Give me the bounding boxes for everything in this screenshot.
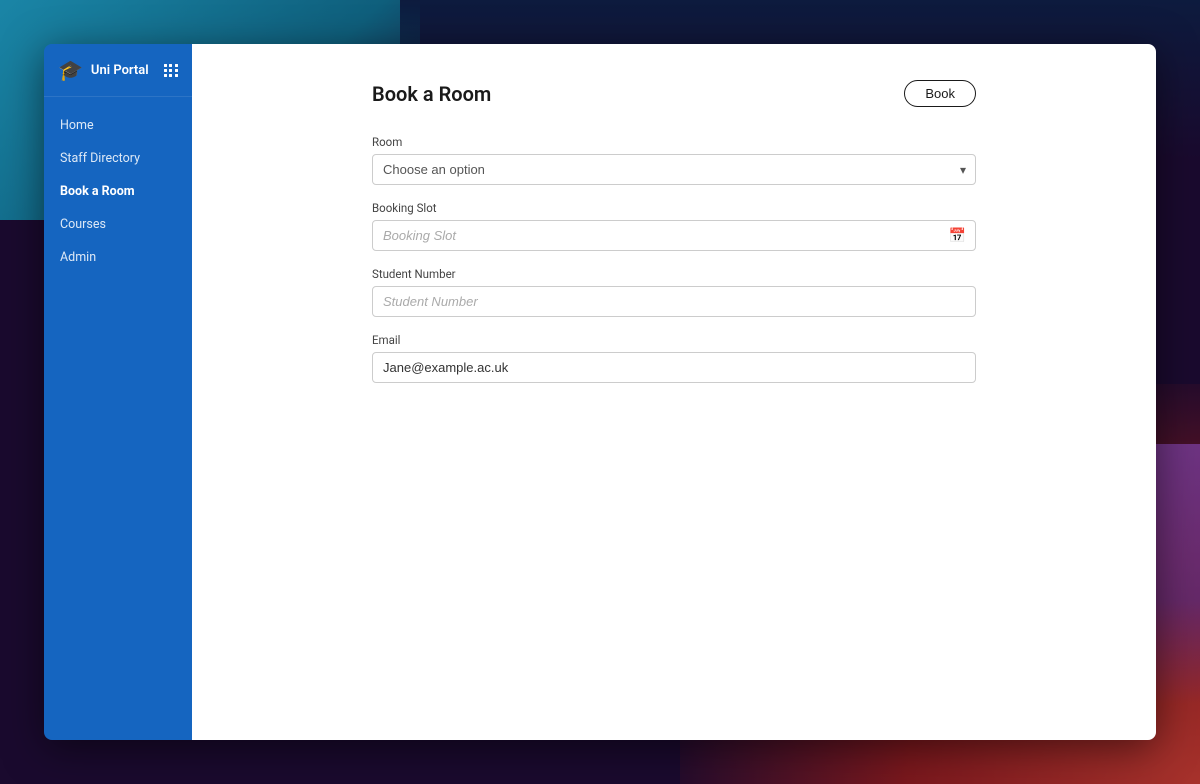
- sidebar-item-book-a-room[interactable]: Book a Room: [44, 175, 192, 208]
- email-input[interactable]: [372, 352, 976, 383]
- page-header: Book a Room Book: [372, 80, 976, 107]
- book-button[interactable]: Book: [904, 80, 976, 107]
- email-label: Email: [372, 333, 976, 347]
- sidebar-item-admin[interactable]: Admin: [44, 241, 192, 274]
- email-group: Email: [372, 333, 976, 383]
- room-select[interactable]: Choose an option: [372, 154, 976, 185]
- student-number-group: Student Number: [372, 267, 976, 317]
- sidebar: 🎓 Uni Portal Home Staff Directory Book a…: [44, 44, 192, 740]
- sidebar-item-home[interactable]: Home: [44, 109, 192, 142]
- room-group: Room Choose an option ▾: [372, 135, 976, 185]
- room-select-wrapper: Choose an option ▾: [372, 154, 976, 185]
- sidebar-logo-area: 🎓 Uni Portal: [58, 60, 149, 80]
- sidebar-item-staff-directory[interactable]: Staff Directory: [44, 142, 192, 175]
- app-container: 🎓 Uni Portal Home Staff Directory Book a…: [44, 44, 1156, 740]
- sidebar-header: 🎓 Uni Portal: [44, 44, 192, 97]
- main-content: Book a Room Book Room Choose an option ▾: [192, 44, 1156, 740]
- sidebar-nav: Home Staff Directory Book a Room Courses…: [44, 97, 192, 286]
- graduation-cap-icon: 🎓: [58, 60, 83, 80]
- sidebar-title: Uni Portal: [91, 63, 149, 78]
- student-number-label: Student Number: [372, 267, 976, 281]
- booking-slot-wrapper: 📅: [372, 220, 976, 251]
- booking-form: Room Choose an option ▾ Booking Slot 📅: [372, 135, 976, 399]
- room-label: Room: [372, 135, 976, 149]
- booking-slot-input[interactable]: [372, 220, 976, 251]
- booking-slot-label: Booking Slot: [372, 201, 976, 215]
- page-area: Book a Room Book Room Choose an option ▾: [192, 44, 1156, 435]
- sidebar-item-courses[interactable]: Courses: [44, 208, 192, 241]
- page-title: Book a Room: [372, 82, 491, 106]
- student-number-input[interactable]: [372, 286, 976, 317]
- grid-icon[interactable]: [164, 64, 178, 77]
- booking-slot-group: Booking Slot 📅: [372, 201, 976, 251]
